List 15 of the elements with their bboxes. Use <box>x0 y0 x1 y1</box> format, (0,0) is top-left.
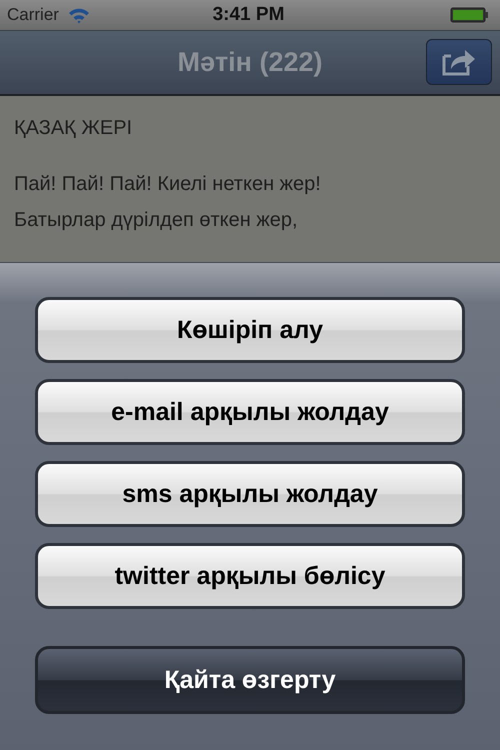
share-button[interactable] <box>426 39 492 85</box>
poem-line: Пай! Пай! Пай! Киелі неткен жер! <box>14 172 322 197</box>
battery-icon <box>450 6 490 24</box>
nav-title: Мәтін (222) <box>177 47 323 78</box>
share-icon <box>441 47 477 77</box>
action-button[interactable]: sms арқылы жолдау <box>35 461 465 527</box>
cancel-button[interactable]: Қайта өзгерту <box>35 646 465 714</box>
action-button[interactable]: twitter арқылы бөлісу <box>35 543 465 609</box>
carrier-label: Carrier <box>7 5 59 25</box>
poem-title: ҚАЗАҚ ЖЕРІ <box>14 116 134 141</box>
action-button[interactable]: e-mail арқылы жолдау <box>35 379 465 445</box>
clock: 3:41 PM <box>212 4 284 26</box>
action-button[interactable]: Көшіріп алу <box>35 297 465 363</box>
poem-line: Батырлар дүрілдеп өткен жер, <box>14 208 299 233</box>
wifi-icon <box>66 6 91 24</box>
